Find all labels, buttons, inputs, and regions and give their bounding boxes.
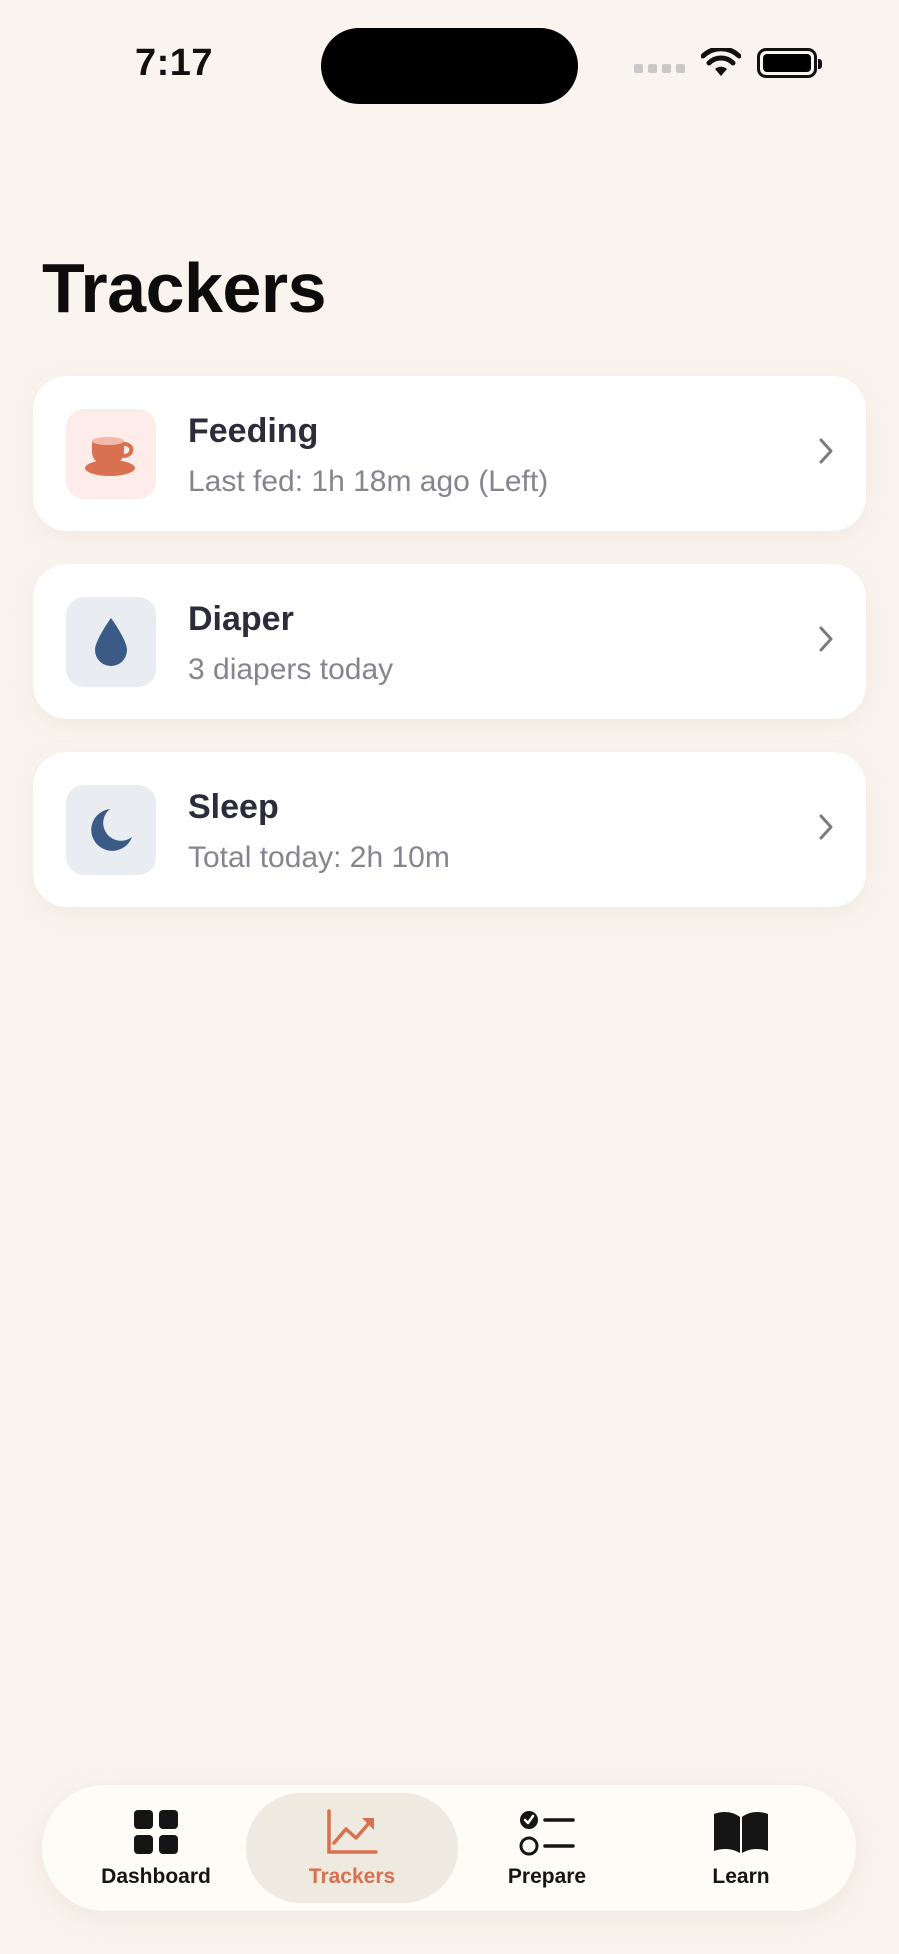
tracker-subtitle: Total today: 2h 10m [188, 841, 450, 874]
tab-label: Prepare [507, 1865, 587, 1888]
grid-icon [134, 1810, 178, 1854]
checklist-icon [519, 1811, 575, 1856]
wifi-icon [701, 48, 741, 76]
dynamic-island [321, 28, 578, 104]
tab-bar: Dashboard Trackers Prepare Learn [42, 1785, 856, 1911]
tracker-title: Sleep [188, 788, 279, 826]
tracker-subtitle: Last fed: 1h 18m ago (Left) [188, 465, 549, 498]
tracker-card-feeding[interactable]: Feeding Last fed: 1h 18m ago (Left) [33, 376, 866, 531]
tracker-title: Diaper [188, 600, 294, 638]
status-time: 7:17 [135, 42, 214, 84]
tab-label: Dashboard [101, 1865, 211, 1888]
tab-prepare[interactable]: Prepare [452, 1785, 642, 1911]
tab-dashboard[interactable]: Dashboard [61, 1785, 251, 1911]
book-icon [714, 1812, 768, 1853]
moon-icon [66, 785, 156, 875]
battery-icon [757, 48, 822, 78]
cellular-signal-icon [634, 63, 685, 73]
teacup-icon [66, 409, 156, 499]
tab-label: Learn [712, 1865, 770, 1888]
chart-up-icon [327, 1809, 378, 1854]
tracker-title: Feeding [188, 412, 319, 450]
tab-label: Trackers [308, 1865, 396, 1888]
chevron-right-icon [819, 626, 833, 652]
chevron-right-icon [819, 438, 833, 464]
tab-trackers[interactable]: Trackers [257, 1785, 447, 1911]
drop-icon [66, 597, 156, 687]
tracker-card-diaper[interactable]: Diaper 3 diapers today [33, 564, 866, 719]
tracker-subtitle: 3 diapers today [188, 653, 394, 686]
chevron-right-icon [819, 814, 833, 840]
screen: 7:17 Trackers Feeding Last fed: 1h 18m a… [0, 0, 899, 1954]
page-title: Trackers [42, 249, 327, 327]
status-indicators [634, 48, 822, 78]
tracker-card-sleep[interactable]: Sleep Total today: 2h 10m [33, 752, 866, 907]
tab-learn[interactable]: Learn [646, 1785, 836, 1911]
